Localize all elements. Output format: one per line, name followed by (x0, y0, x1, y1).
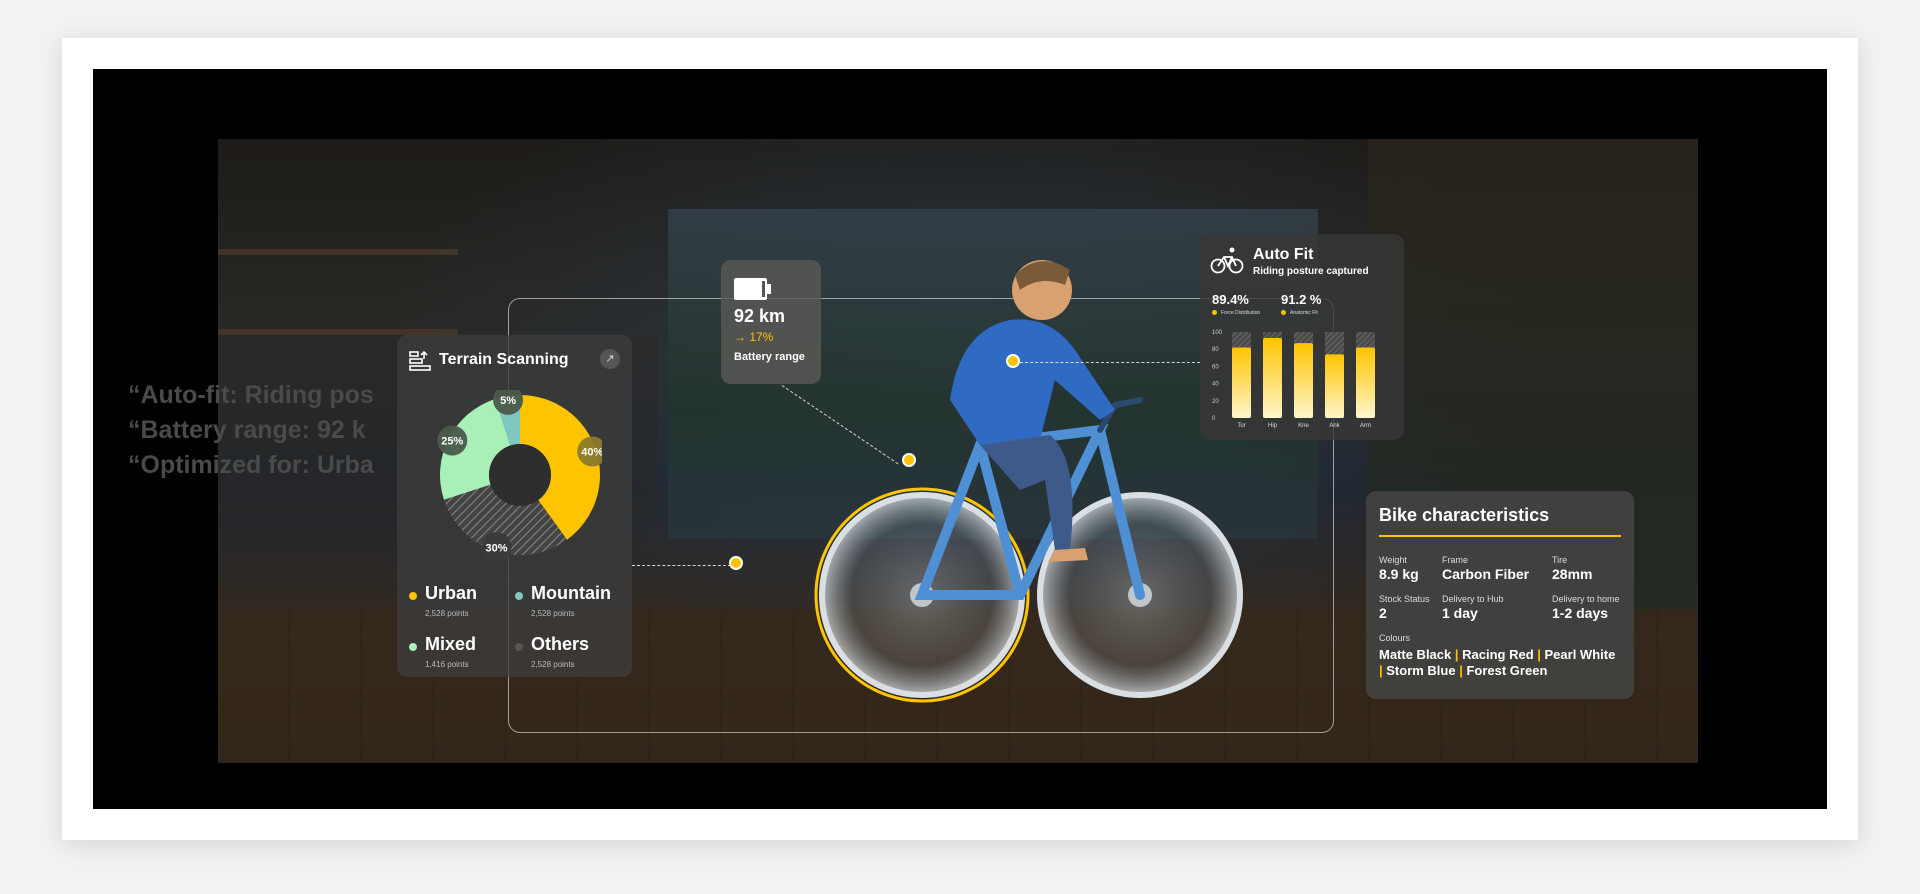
legend-points: 2,528 points (425, 609, 469, 618)
legend-label: Mixed (425, 634, 477, 654)
bar-hip[interactable] (1263, 338, 1282, 418)
colour-separator: | (1533, 647, 1545, 662)
x-category-label: Tor (1237, 423, 1245, 429)
battery-range-label: Battery range (734, 351, 805, 363)
spec-home-delivery-value: 1-2 days (1552, 605, 1609, 621)
auto-fit-subtitle: Riding posture captured (1253, 266, 1369, 277)
terrain-title: Terrain Scanning (439, 351, 569, 368)
spec-hub-delivery-label: Delivery to Hub (1442, 594, 1504, 604)
spec-weight-value: 8.9 kg (1379, 566, 1419, 582)
legend-dot (515, 643, 523, 651)
y-tick-label: 80 (1212, 347, 1219, 353)
legend-points: 2,528 points (531, 660, 575, 669)
colour-option[interactable]: Pearl White (1545, 647, 1616, 662)
x-category-label: Kne (1298, 423, 1309, 429)
spec-weight-label: Weight (1379, 555, 1407, 565)
force-distribution-label: Force Distribution (1212, 310, 1260, 316)
legend-dot (409, 643, 417, 651)
anatomic-fit-label: Anatomic Fit (1281, 310, 1318, 316)
x-category-label: Hip (1268, 423, 1278, 429)
colour-option[interactable]: Storm Blue (1386, 663, 1455, 678)
colour-list: Matte Black | Racing Red | Pearl White |… (1379, 647, 1619, 679)
bar-arm[interactable] (1356, 347, 1375, 418)
donut-label-others: 30% (485, 542, 507, 554)
spec-hub-delivery-value: 1 day (1442, 605, 1478, 621)
bike-characteristics-title: Bike characteristics (1379, 505, 1550, 525)
battery-range-panel: 92 km → 17% Battery range (721, 260, 821, 384)
battery-anchor-dot[interactable] (902, 453, 916, 467)
legend-points: 2,528 points (531, 609, 575, 618)
spec-tire-label: Tire (1552, 555, 1568, 565)
colour-option[interactable]: Racing Red (1462, 647, 1534, 662)
donut-label-mountain: 5% (500, 395, 516, 407)
colour-separator: | (1455, 663, 1467, 678)
spec-frame-value: Carbon Fiber (1442, 566, 1530, 582)
spec-home-delivery-label: Delivery to home (1552, 594, 1620, 604)
legend-label: Mountain (531, 583, 611, 603)
ghost-line-3: “Optimized for: Urba (128, 451, 374, 479)
ghost-text: “Auto-fit: Riding pos “Battery range: 92… (128, 378, 374, 483)
autofit-leader-line (1020, 362, 1200, 363)
spec-stock-label: Stock Status (1379, 594, 1430, 604)
autofit-anchor-dot[interactable] (1006, 354, 1020, 368)
auto-fit-bar-chart: 100 80 60 40 20 0 Tor Hip Kne Ank Arm (1212, 330, 1375, 429)
anatomic-fit-value: 91.2 % (1281, 292, 1322, 307)
colours-label: Colours (1379, 633, 1411, 643)
spec-tire-value: 28mm (1552, 566, 1593, 582)
terrain-donut-chart: 40% 30% 25% 5% (437, 390, 602, 560)
bar-tor[interactable] (1232, 347, 1251, 418)
legend-label: Others (531, 634, 590, 654)
colour-option[interactable]: Matte Black (1379, 647, 1451, 662)
spec-stock-value: 2 (1379, 605, 1387, 621)
battery-icon (734, 278, 771, 300)
title-divider (1379, 535, 1621, 537)
donut-hole (489, 444, 551, 506)
spec-frame-label: Frame (1442, 555, 1469, 565)
auto-fit-title: Auto Fit (1253, 246, 1314, 263)
battery-range-value: 92 km (734, 306, 786, 326)
legend-dot (409, 592, 417, 600)
y-tick-label: 20 (1212, 399, 1219, 405)
force-distribution-value: 89.4% (1212, 292, 1249, 307)
terrain-leader-line (632, 565, 736, 566)
bar-ank[interactable] (1325, 354, 1344, 418)
auto-fit-panel: Auto Fit Riding posture captured 89.4% F… (1200, 234, 1404, 440)
terrain-anchor-dot[interactable] (729, 556, 743, 570)
ghost-line-2: “Battery range: 92 k (128, 416, 366, 444)
y-tick-label: 0 (1212, 416, 1216, 422)
ghost-line-1: “Auto-fit: Riding pos (128, 381, 374, 409)
expand-arrow-icon[interactable]: ↗ (600, 349, 620, 369)
y-tick-label: 100 (1212, 330, 1223, 336)
donut-label-mixed: 25% (441, 435, 463, 447)
x-category-label: Arm (1360, 423, 1371, 429)
legend-label: Urban (425, 583, 478, 603)
bar-kne[interactable] (1294, 343, 1313, 418)
legend-points: 1,416 points (425, 660, 469, 669)
legend-dot (515, 592, 523, 600)
bicycle-icon (1210, 247, 1244, 274)
y-tick-label: 60 (1212, 364, 1219, 370)
battery-delta: → 17% (734, 330, 774, 344)
y-tick-label: 40 (1212, 382, 1219, 388)
x-category-label: Ank (1329, 423, 1340, 429)
terrain-scanning-panel: Terrain Scanning ↗ 40% 30% 25% 5% Urban 2,52… (397, 335, 632, 677)
colour-option[interactable]: Forest Green (1466, 663, 1547, 678)
colour-separator: | (1451, 647, 1463, 662)
bike-characteristics-panel: Bike characteristics Weight 8.9 kg Frame… (1366, 491, 1634, 699)
terrain-scan-icon (409, 350, 431, 371)
donut-label-urban: 40% (581, 447, 602, 459)
